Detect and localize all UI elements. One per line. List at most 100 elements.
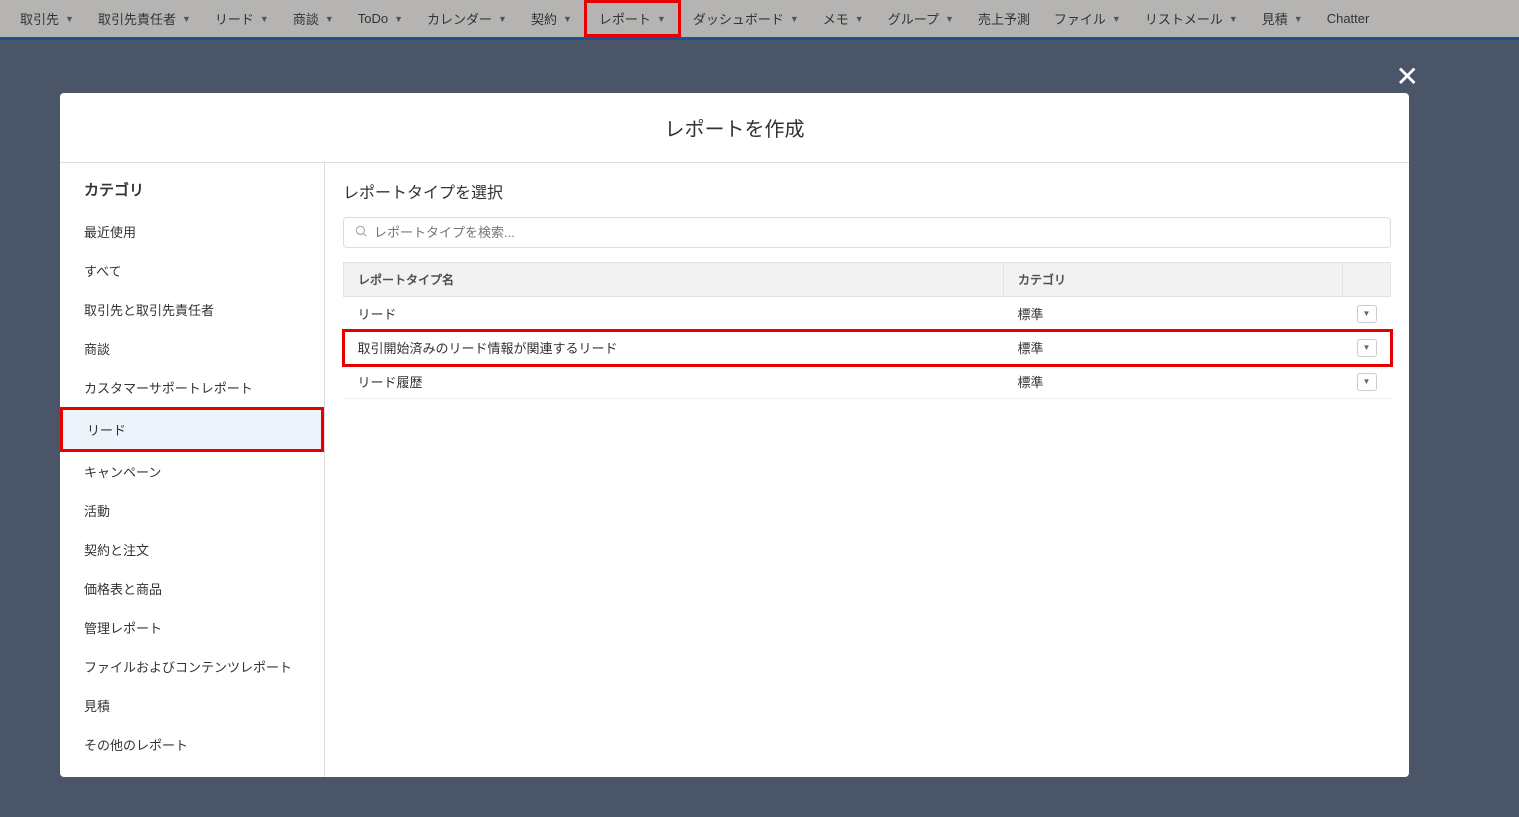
modal-body: カテゴリ 最近使用すべて取引先と取引先責任者商談カスタマーサポートレポートリード… bbox=[60, 162, 1409, 777]
report-type-table: レポートタイプ名 カテゴリ リード標準▼取引開始済みのリード情報が関連するリード… bbox=[343, 262, 1391, 399]
sidebar-item-label: 商談 bbox=[84, 342, 110, 357]
chevron-down-icon: ▼ bbox=[790, 14, 799, 24]
sidebar-item[interactable]: レポートタイプを非表示 bbox=[60, 764, 324, 777]
topnav-label: グループ bbox=[888, 9, 939, 28]
sidebar-item[interactable]: 取引先と取引先責任者 bbox=[60, 290, 324, 329]
topnav-item[interactable]: ダッシュボード ▼ bbox=[681, 0, 811, 37]
topnav-item[interactable]: ファイル▼ bbox=[1042, 0, 1133, 37]
sidebar-item-label: 取引先と取引先責任者 bbox=[84, 303, 214, 318]
category-sidebar: カテゴリ 最近使用すべて取引先と取引先責任者商談カスタマーサポートレポートリード… bbox=[60, 163, 325, 777]
search-icon bbox=[354, 224, 368, 241]
close-icon: ✕ bbox=[1396, 61, 1419, 92]
topnav-label: ダッシュボード bbox=[693, 9, 784, 28]
sidebar-item[interactable]: 見積 bbox=[60, 686, 324, 725]
chevron-down-icon: ▼ bbox=[325, 14, 334, 24]
topnav-item[interactable]: 商談 ▼ bbox=[281, 0, 346, 37]
sidebar-title: カテゴリ bbox=[60, 179, 324, 212]
table-row[interactable]: 取引開始済みのリード情報が関連するリード標準 ▼ bbox=[344, 331, 1391, 365]
chevron-down-icon: ▼ bbox=[65, 14, 74, 24]
cell-action: ▼ bbox=[1343, 297, 1391, 331]
search-box[interactable] bbox=[343, 217, 1391, 248]
chevron-down-icon: ▼ bbox=[1294, 14, 1303, 24]
row-action-button[interactable]: ▼ bbox=[1357, 339, 1377, 357]
topnav-label: カレンダー bbox=[427, 9, 492, 28]
topnav-item[interactable]: 契約▼ bbox=[519, 0, 584, 37]
top-navigation: 取引先▼取引先責任者▼リード▼商談▼ToDo▼カレンダー▼契約▼レポート▼ダッシ… bbox=[0, 0, 1519, 40]
chevron-down-icon: ▼ bbox=[182, 14, 191, 24]
cell-name: リード履歴 bbox=[344, 365, 1004, 399]
sidebar-item[interactable]: キャンペーン bbox=[60, 452, 324, 491]
cell-category: 標準 bbox=[1004, 365, 1343, 399]
topnav-label: リストメール bbox=[1145, 9, 1223, 28]
topnav-label: 商談 bbox=[293, 9, 319, 28]
topnav-label: 取引先 bbox=[20, 9, 59, 28]
sidebar-item[interactable]: 商談 bbox=[60, 329, 324, 368]
sidebar-item[interactable]: 価格表と商品 bbox=[60, 569, 324, 608]
sidebar-item[interactable]: 管理レポート bbox=[60, 608, 324, 647]
sidebar-item-label: 管理レポート bbox=[84, 621, 162, 636]
sidebar-item[interactable]: リード bbox=[60, 407, 324, 452]
row-action-button[interactable]: ▼ bbox=[1357, 373, 1377, 391]
col-header-category[interactable]: カテゴリ bbox=[1004, 263, 1343, 297]
sidebar-item-label: その他のレポート bbox=[84, 738, 188, 753]
topnav-item[interactable]: レポート ▼ bbox=[584, 0, 681, 37]
table-row[interactable]: リード履歴標準 ▼ bbox=[344, 365, 1391, 399]
sidebar-item[interactable]: ファイルおよびコンテンツレポート bbox=[60, 647, 324, 686]
chevron-down-icon: ▼ bbox=[855, 14, 864, 24]
sidebar-item[interactable]: 最近使用 bbox=[60, 212, 324, 251]
sidebar-item[interactable]: すべて bbox=[60, 251, 324, 290]
chevron-down-icon: ▼ bbox=[394, 14, 403, 24]
sidebar-item[interactable]: その他のレポート bbox=[60, 725, 324, 764]
topnav-item[interactable]: リード ▼ bbox=[203, 0, 281, 37]
cell-category: 標準 bbox=[1004, 297, 1343, 331]
sidebar-item-label: すべて bbox=[84, 264, 122, 279]
chevron-down-icon: ▼ bbox=[1229, 14, 1238, 24]
table-row[interactable]: リード標準 ▼ bbox=[344, 297, 1391, 331]
modal-title: レポートを作成 bbox=[60, 93, 1409, 162]
sidebar-item[interactable]: 契約と注文 bbox=[60, 530, 324, 569]
chevron-down-icon: ▼ bbox=[657, 14, 666, 24]
sidebar-item-label: 活動 bbox=[84, 504, 110, 519]
cell-name: 取引開始済みのリード情報が関連するリード bbox=[344, 331, 1004, 365]
topnav-item[interactable]: Chatter bbox=[1315, 0, 1382, 37]
topnav-label: レポート bbox=[599, 9, 651, 28]
chevron-down-icon: ▼ bbox=[1363, 309, 1371, 318]
topnav-label: 見積 bbox=[1262, 9, 1288, 28]
chevron-down-icon: ▼ bbox=[260, 14, 269, 24]
topnav-label: メモ bbox=[823, 9, 849, 28]
chevron-down-icon: ▼ bbox=[1363, 377, 1371, 386]
topnav-label: リード bbox=[215, 9, 254, 28]
sidebar-item[interactable]: 活動 bbox=[60, 491, 324, 530]
search-input[interactable] bbox=[374, 225, 1380, 240]
create-report-modal: レポートを作成 カテゴリ 最近使用すべて取引先と取引先責任者商談カスタマーサポー… bbox=[60, 93, 1409, 777]
topnav-item[interactable]: メモ ▼ bbox=[811, 0, 876, 37]
topnav-label: Chatter bbox=[1327, 11, 1370, 26]
topnav-item[interactable]: グループ▼ bbox=[876, 0, 966, 37]
topnav-label: ToDo bbox=[358, 11, 388, 26]
close-button[interactable]: ✕ bbox=[1396, 60, 1419, 93]
chevron-down-icon: ▼ bbox=[1112, 14, 1121, 24]
topnav-item[interactable]: 取引先 ▼ bbox=[8, 0, 86, 37]
topnav-item[interactable]: ToDo ▼ bbox=[346, 0, 415, 37]
main-panel: レポートタイプを選択 レポートタイプ名 カテゴリ リード標準▼取引開始済みのリー… bbox=[325, 163, 1409, 777]
sidebar-item-label: リード bbox=[87, 423, 126, 438]
topnav-item[interactable]: カレンダー▼ bbox=[415, 0, 519, 37]
sidebar-item-label: 見積 bbox=[84, 699, 110, 714]
sidebar-item[interactable]: カスタマーサポートレポート bbox=[60, 368, 324, 407]
topnav-item[interactable]: 見積 ▼ bbox=[1250, 0, 1315, 37]
topnav-item[interactable]: 売上予測 bbox=[966, 0, 1042, 37]
cell-category: 標準 bbox=[1004, 331, 1343, 365]
cell-action: ▼ bbox=[1343, 331, 1391, 365]
cell-name: リード bbox=[344, 297, 1004, 331]
chevron-down-icon: ▼ bbox=[1363, 343, 1371, 352]
cell-action: ▼ bbox=[1343, 365, 1391, 399]
main-title: レポートタイプを選択 bbox=[343, 179, 1391, 203]
sidebar-item-label: カスタマーサポートレポート bbox=[84, 381, 253, 396]
row-action-button[interactable]: ▼ bbox=[1357, 305, 1377, 323]
topnav-label: 契約 bbox=[531, 9, 557, 28]
topnav-item[interactable]: 取引先責任者▼ bbox=[86, 0, 203, 37]
sidebar-item-label: 契約と注文 bbox=[84, 543, 149, 558]
col-header-name[interactable]: レポートタイプ名 bbox=[344, 263, 1004, 297]
topnav-item[interactable]: リストメール ▼ bbox=[1133, 0, 1250, 37]
sidebar-item-label: ファイルおよびコンテンツレポート bbox=[84, 660, 292, 675]
